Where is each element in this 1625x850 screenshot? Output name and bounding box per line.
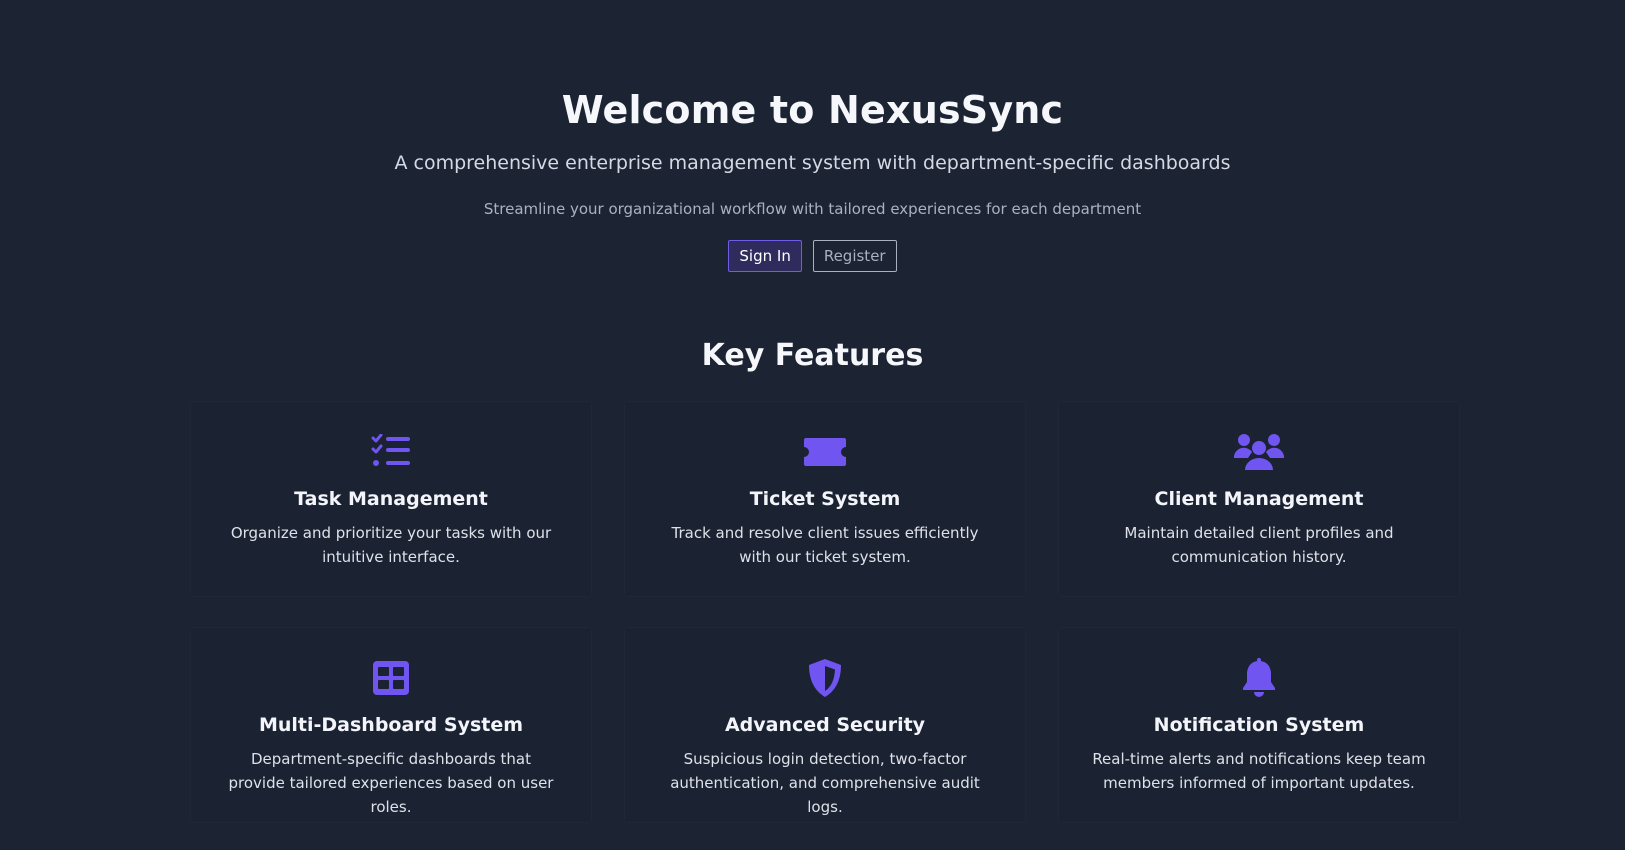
feature-description: Suspicious login detection, two-factor a…: [670, 750, 980, 816]
feature-card-multi-dashboard: Multi-Dashboard System Department-specif…: [190, 627, 592, 823]
feature-card-client-management: Client Management Maintain detailed clie…: [1058, 401, 1460, 597]
feature-title: Ticket System: [749, 488, 901, 510]
feature-description: Organize and prioritize your tasks with …: [230, 524, 552, 566]
feature-title: Notification System: [1153, 714, 1365, 736]
feature-description: Real-time alerts and notifications keep …: [1092, 750, 1426, 792]
feature-card-ticket-system: Ticket System Track and resolve client i…: [624, 401, 1026, 597]
feature-title: Advanced Security: [724, 714, 926, 736]
hero-actions: Sign In Register: [0, 240, 1625, 272]
feature-description: Department-specific dashboards that prov…: [228, 750, 554, 816]
feature-title: Client Management: [1154, 488, 1364, 510]
feature-description: Track and resolve client issues efficien…: [671, 524, 979, 566]
register-button[interactable]: Register: [812, 240, 897, 272]
sign-in-button[interactable]: Sign In: [728, 240, 802, 272]
feature-card-task-management: Task Management Organize and prioritize …: [190, 401, 592, 597]
feature-title: Task Management: [294, 488, 488, 510]
page-subtitle: A comprehensive enterprise management sy…: [394, 152, 1231, 174]
dashboard-grid-icon: [191, 658, 591, 698]
features-grid: Task Management Organize and prioritize …: [190, 401, 1460, 823]
page-title: Welcome to NexusSync: [561, 88, 1064, 132]
feature-card-advanced-security: Advanced Security Suspicious login detec…: [624, 627, 1026, 823]
feature-description: Maintain detailed client profiles and co…: [1124, 524, 1394, 566]
page-tagline: Streamline your organizational workflow …: [483, 200, 1142, 218]
features-heading: Key Features: [701, 338, 924, 373]
shield-icon: [625, 658, 1025, 698]
task-list-icon: [191, 432, 591, 472]
feature-card-notification-system: Notification System Real-time alerts and…: [1058, 627, 1460, 823]
hero-section: Welcome to NexusSync A comprehensive ent…: [0, 88, 1625, 272]
bell-icon: [1059, 658, 1459, 698]
feature-title: Multi-Dashboard System: [258, 714, 524, 736]
ticket-icon: [625, 432, 1025, 472]
users-icon: [1059, 432, 1459, 472]
